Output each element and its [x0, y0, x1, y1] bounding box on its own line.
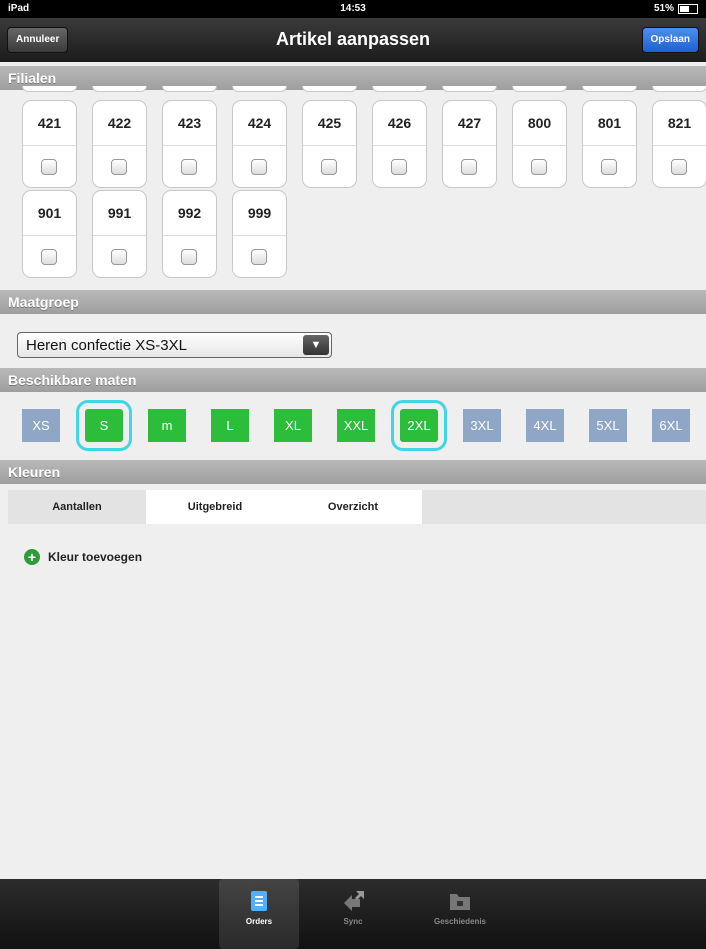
branch-cell: 999: [232, 190, 287, 278]
plus-icon: +: [24, 549, 40, 565]
branch-checkbox[interactable]: [41, 159, 57, 175]
size-group-value: Heren confectie XS-3XL: [26, 337, 187, 354]
branch-code: 992: [177, 205, 202, 221]
branch-code: 801: [597, 115, 622, 131]
size-buttons: XS Sm L XL XXL 2XL 3XL 4XL 5XL 6XL: [22, 400, 690, 451]
size-group-select[interactable]: Heren confectie XS-3XL ▼: [17, 332, 332, 358]
branch-checkbox[interactable]: [251, 249, 267, 265]
add-color-button[interactable]: + Kleur toevoegen: [24, 549, 142, 565]
tabbar-history[interactable]: Geschiedenis: [420, 879, 500, 949]
branch-code: 901: [37, 205, 62, 221]
branch-checkbox[interactable]: [531, 159, 547, 175]
branch-cell: 421: [22, 100, 77, 188]
size-button[interactable]: L: [211, 409, 249, 442]
branch-cell: 423: [162, 100, 217, 188]
branch-cell: 801: [582, 100, 637, 188]
size-button[interactable]: m: [148, 409, 186, 442]
branch-cell: 800: [512, 100, 567, 188]
branch-cell: 425: [302, 100, 357, 188]
branch-row-stub: [22, 86, 706, 92]
branch-checkbox[interactable]: [321, 159, 337, 175]
branch-row-2: 901 991 992 999: [22, 190, 287, 278]
color-tabs: Aantallen Uitgebreid Overzicht: [8, 490, 706, 524]
folder-icon: [450, 894, 470, 910]
size-button[interactable]: 6XL: [652, 409, 690, 442]
size-button[interactable]: XS: [22, 409, 60, 442]
battery-status: 51%: [654, 3, 698, 14]
branch-cell: 427: [442, 100, 497, 188]
clipboard-icon: [251, 891, 267, 911]
branch-checkbox[interactable]: [111, 159, 127, 175]
available-sizes-header: Beschikbare maten: [0, 368, 706, 392]
branch-code: 800: [527, 115, 552, 131]
chevron-down-icon: ▼: [303, 335, 329, 355]
branch-checkbox[interactable]: [111, 249, 127, 265]
size-button[interactable]: XXL: [337, 409, 375, 442]
size-group-header: Maatgroep: [0, 290, 706, 314]
branch-cell: 821: [652, 100, 706, 188]
branch-cell: 422: [92, 100, 147, 188]
status-bar: iPad 14:53 51%: [0, 0, 706, 18]
size-button[interactable]: 2XL: [391, 400, 447, 451]
size-button[interactable]: S: [76, 400, 132, 451]
colors-header: Kleuren: [0, 460, 706, 484]
branch-checkbox[interactable]: [601, 159, 617, 175]
branch-checkbox[interactable]: [461, 159, 477, 175]
tab-bar: Orders Sync Geschiedenis: [0, 879, 706, 949]
tabbar-sync[interactable]: Sync: [313, 879, 393, 949]
battery-level: [680, 5, 690, 12]
branch-row-1: 421 422 423 424 425 426 427 800 801 821: [22, 100, 706, 188]
branch-checkbox[interactable]: [181, 249, 197, 265]
tabbar-label: Orders: [245, 917, 273, 926]
branch-code: 422: [107, 115, 132, 131]
branch-code: 423: [177, 115, 202, 131]
save-button[interactable]: Opslaan: [641, 27, 699, 53]
branch-cell: 991: [92, 190, 147, 278]
branch-code: 999: [247, 205, 272, 221]
clock: 14:53: [340, 3, 366, 14]
branch-checkbox[interactable]: [251, 159, 267, 175]
branch-code: 426: [387, 115, 412, 131]
branch-code: 425: [317, 115, 342, 131]
branch-code: 421: [37, 115, 62, 131]
sync-icon: [344, 891, 364, 911]
add-color-label: Kleur toevoegen: [48, 550, 143, 564]
tab-quantities[interactable]: Aantallen: [8, 490, 146, 524]
branch-code: 991: [107, 205, 132, 221]
page-title: Artikel aanpassen: [275, 29, 431, 49]
branch-checkbox[interactable]: [391, 159, 407, 175]
branch-code: 427: [457, 115, 482, 131]
size-button[interactable]: 3XL: [463, 409, 501, 442]
branch-checkbox[interactable]: [671, 159, 687, 175]
tabbar-label: Geschiedenis: [433, 917, 487, 926]
branch-cell: 992: [162, 190, 217, 278]
branch-cell: 901: [22, 190, 77, 278]
branch-checkbox[interactable]: [41, 249, 57, 265]
tab-overview[interactable]: Overzicht: [284, 490, 422, 524]
size-button[interactable]: 4XL: [526, 409, 564, 442]
battery-icon: [678, 3, 698, 14]
branch-cell: 426: [372, 100, 427, 188]
branch-checkbox[interactable]: [181, 159, 197, 175]
navigation-bar: Annuleer Artikel aanpassen Opslaan: [0, 18, 706, 62]
size-button[interactable]: XL: [274, 409, 312, 442]
branch-code: 821: [667, 115, 692, 131]
branch-code: 424: [247, 115, 272, 131]
tabbar-orders[interactable]: Orders: [219, 879, 299, 949]
branch-cell: 424: [232, 100, 287, 188]
tab-extended[interactable]: Uitgebreid: [146, 490, 284, 524]
size-button[interactable]: 5XL: [589, 409, 627, 442]
tabbar-label: Sync: [343, 917, 363, 926]
battery-percent: 51%: [653, 3, 674, 14]
